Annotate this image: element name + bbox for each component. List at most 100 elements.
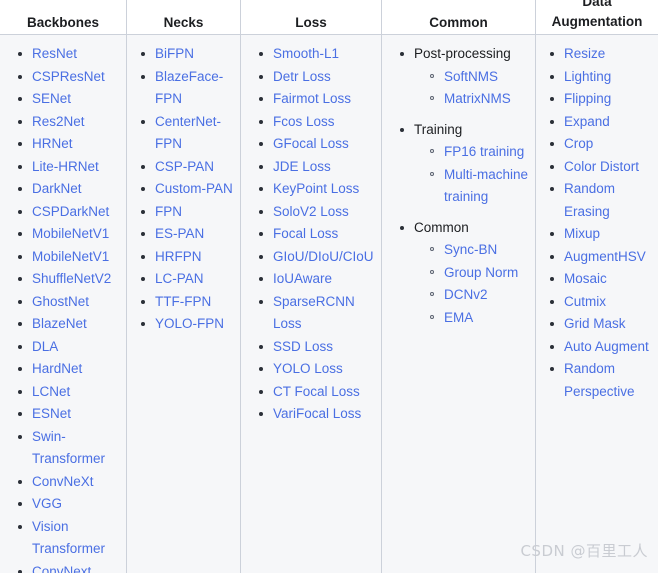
- list-item-link[interactable]: Lite-HRNet: [32, 159, 99, 174]
- list-item-link[interactable]: Detr Loss: [273, 69, 331, 84]
- sub-list-item[interactable]: Sync-BN: [430, 239, 529, 262]
- sub-list-item[interactable]: SoftNMS: [430, 66, 529, 89]
- list-item-link[interactable]: Lighting: [564, 69, 611, 84]
- list-item-link[interactable]: FPN: [155, 204, 182, 219]
- list-item-link[interactable]: BiFPN: [155, 46, 194, 61]
- sub-list-item-link[interactable]: Group Norm: [444, 265, 518, 280]
- list-item-link[interactable]: ES-PAN: [155, 226, 204, 241]
- list-item-link[interactable]: Swin-Transformer: [32, 429, 105, 467]
- list-item-link[interactable]: Flipping: [564, 91, 611, 106]
- list-item[interactable]: YOLO Loss: [259, 358, 375, 381]
- list-item[interactable]: VariFocal Loss: [259, 403, 375, 426]
- list-item-link[interactable]: BlazeFace-FPN: [155, 69, 223, 107]
- list-item[interactable]: ESNet: [18, 403, 120, 426]
- list-item[interactable]: SSD Loss: [259, 336, 375, 359]
- list-item[interactable]: Expand: [550, 111, 652, 134]
- list-item-link[interactable]: CSPResNet: [32, 69, 105, 84]
- list-item[interactable]: Mosaic: [550, 268, 652, 291]
- list-item[interactable]: Color Distort: [550, 156, 652, 179]
- list-item-link[interactable]: SparseRCNN Loss: [273, 294, 355, 332]
- list-item-link[interactable]: HardNet: [32, 361, 82, 376]
- list-item[interactable]: GFocal Loss: [259, 133, 375, 156]
- list-item-link[interactable]: ESNet: [32, 406, 71, 421]
- list-item-link[interactable]: Crop: [564, 136, 593, 151]
- list-item[interactable]: Random Erasing: [550, 178, 652, 223]
- list-item-link[interactable]: Auto Augment: [564, 339, 649, 354]
- list-item[interactable]: GhostNet: [18, 291, 120, 314]
- list-item[interactable]: SENet: [18, 88, 120, 111]
- list-item-link[interactable]: Mosaic: [564, 271, 607, 286]
- list-item[interactable]: Resize: [550, 43, 652, 66]
- list-item[interactable]: Mixup: [550, 223, 652, 246]
- list-item[interactable]: Crop: [550, 133, 652, 156]
- list-item[interactable]: CSPDarkNet: [18, 201, 120, 224]
- list-item[interactable]: BlazeNet: [18, 313, 120, 336]
- sub-list-item-link[interactable]: Multi-machine training: [444, 167, 528, 205]
- list-item[interactable]: Focal Loss: [259, 223, 375, 246]
- sub-list-item[interactable]: MatrixNMS: [430, 88, 529, 111]
- list-item-link[interactable]: IoUAware: [273, 271, 332, 286]
- list-item-link[interactable]: YOLO Loss: [273, 361, 343, 376]
- list-item-link[interactable]: CSPDarkNet: [32, 204, 109, 219]
- list-item-link[interactable]: Vision Transformer: [32, 519, 105, 557]
- list-item[interactable]: Swin-Transformer: [18, 426, 120, 471]
- list-item[interactable]: Random Perspective: [550, 358, 652, 403]
- list-item[interactable]: LC-PAN: [141, 268, 234, 291]
- list-item-link[interactable]: Custom-PAN: [155, 181, 233, 196]
- list-item[interactable]: CSPResNet: [18, 66, 120, 89]
- list-item[interactable]: JDE Loss: [259, 156, 375, 179]
- list-item-link[interactable]: Random Perspective: [564, 361, 635, 399]
- list-item-link[interactable]: YOLO-FPN: [155, 316, 224, 331]
- list-item[interactable]: Lighting: [550, 66, 652, 89]
- sub-list-item-link[interactable]: MatrixNMS: [444, 91, 511, 106]
- list-item[interactable]: VGG: [18, 493, 120, 516]
- list-item-link[interactable]: Expand: [564, 114, 610, 129]
- list-item-link[interactable]: Fairmot Loss: [273, 91, 351, 106]
- list-item[interactable]: DLA: [18, 336, 120, 359]
- list-item-link[interactable]: GhostNet: [32, 294, 89, 309]
- list-item-link[interactable]: SoloV2 Loss: [273, 204, 349, 219]
- list-item[interactable]: HRFPN: [141, 246, 234, 269]
- sub-list-item[interactable]: FP16 training: [430, 141, 529, 164]
- sub-list-item[interactable]: Multi-machine training: [430, 164, 529, 209]
- list-item[interactable]: Custom-PAN: [141, 178, 234, 201]
- sub-list-item-link[interactable]: EMA: [444, 310, 473, 325]
- list-item[interactable]: SparseRCNN Loss: [259, 291, 375, 336]
- list-item-link[interactable]: Res2Net: [32, 114, 85, 129]
- list-item[interactable]: Detr Loss: [259, 66, 375, 89]
- list-item[interactable]: LCNet: [18, 381, 120, 404]
- list-item-link[interactable]: Focal Loss: [273, 226, 338, 241]
- list-item-link[interactable]: Fcos Loss: [273, 114, 335, 129]
- list-item[interactable]: MobileNetV1: [18, 223, 120, 246]
- list-item-link[interactable]: GFocal Loss: [273, 136, 349, 151]
- list-item-link[interactable]: LC-PAN: [155, 271, 204, 286]
- list-item[interactable]: CT Focal Loss: [259, 381, 375, 404]
- list-item-link[interactable]: VGG: [32, 496, 62, 511]
- list-item[interactable]: Fairmot Loss: [259, 88, 375, 111]
- list-item[interactable]: MobileNetV1: [18, 246, 120, 269]
- list-item[interactable]: Res2Net: [18, 111, 120, 134]
- list-item[interactable]: CSP-PAN: [141, 156, 234, 179]
- list-item[interactable]: Smooth-L1: [259, 43, 375, 66]
- list-item[interactable]: CenterNet-FPN: [141, 111, 234, 156]
- list-item-link[interactable]: DarkNet: [32, 181, 82, 196]
- list-item-link[interactable]: HRNet: [32, 136, 73, 151]
- list-item[interactable]: Lite-HRNet: [18, 156, 120, 179]
- list-item[interactable]: IoUAware: [259, 268, 375, 291]
- list-item[interactable]: Vision Transformer: [18, 516, 120, 561]
- list-item-link[interactable]: ConvNeXt: [32, 474, 94, 489]
- list-item[interactable]: Cutmix: [550, 291, 652, 314]
- list-item-link[interactable]: GIoU/DIoU/CIoU: [273, 249, 374, 264]
- list-item-link[interactable]: BlazeNet: [32, 316, 87, 331]
- list-item[interactable]: Fcos Loss: [259, 111, 375, 134]
- list-item[interactable]: ResNet: [18, 43, 120, 66]
- list-item[interactable]: Flipping: [550, 88, 652, 111]
- list-item-link[interactable]: Mixup: [564, 226, 600, 241]
- list-item[interactable]: FPN: [141, 201, 234, 224]
- list-item[interactable]: GIoU/DIoU/CIoU: [259, 246, 375, 269]
- sub-list-item-link[interactable]: FP16 training: [444, 144, 524, 159]
- list-item[interactable]: YOLO-FPN: [141, 313, 234, 336]
- list-item[interactable]: ConvNeXt: [18, 471, 120, 494]
- list-item-link[interactable]: HRFPN: [155, 249, 202, 264]
- list-item-link[interactable]: CT Focal Loss: [273, 384, 360, 399]
